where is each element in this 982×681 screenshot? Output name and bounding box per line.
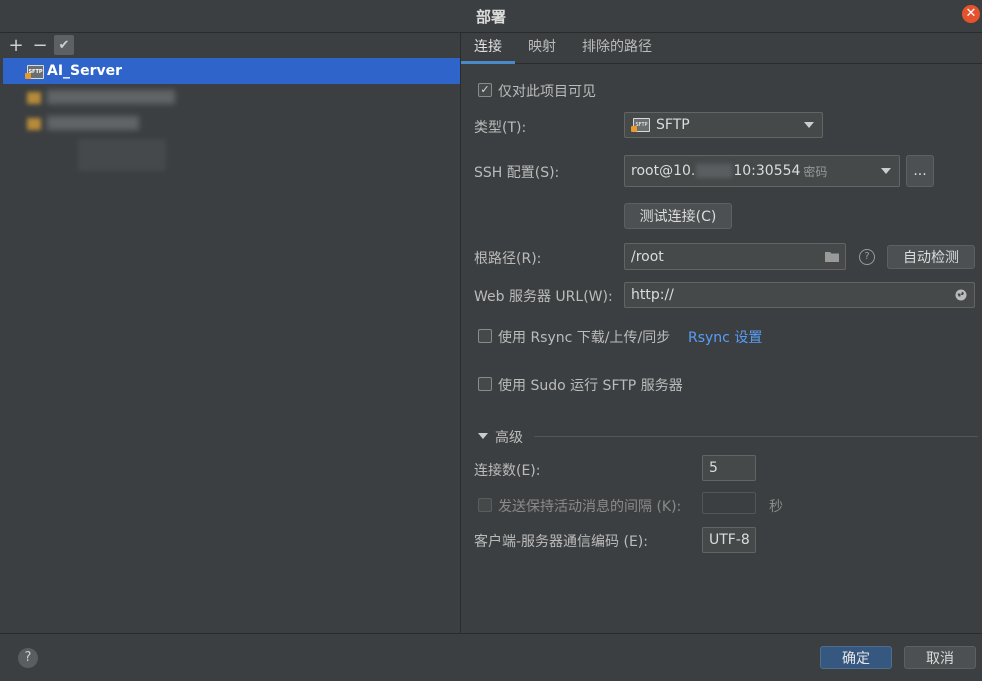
chevron-down-icon: [804, 122, 814, 128]
chevron-down-icon: [881, 168, 891, 174]
chevron-down-icon[interactable]: [478, 433, 488, 439]
visible-only-label: 仅对此项目可见: [498, 84, 596, 100]
encoding-label: 客户端-服务器通信编码 (E):: [474, 534, 648, 550]
add-server-button[interactable]: +: [6, 35, 26, 56]
web-url-field[interactable]: http://: [624, 282, 975, 308]
rsync-checkbox[interactable]: [478, 329, 492, 343]
server-icon: [27, 118, 41, 130]
web-url-value: http://: [631, 287, 674, 303]
advanced-section-title[interactable]: 高级: [495, 427, 523, 447]
tab-bar: 连接 映射 排除的路径: [461, 33, 982, 64]
server-item-label: AI_Server: [47, 63, 123, 79]
server-list-toolbar: + − ✔: [0, 33, 460, 57]
close-icon[interactable]: ✕: [962, 5, 980, 23]
server-list: SFTP AI_Server: [3, 58, 460, 136]
auto-detect-button[interactable]: 自动检测: [887, 245, 975, 269]
folder-icon[interactable]: [825, 251, 839, 262]
tab-connection[interactable]: 连接: [461, 36, 515, 64]
sftp-icon: SFTP: [631, 118, 650, 132]
advanced-separator: [534, 436, 978, 437]
connections-label: 连接数(E):: [474, 463, 541, 479]
redacted-ip: [696, 164, 733, 178]
ssh-config-label: SSH 配置(S):: [474, 165, 560, 181]
sftp-server-icon: SFTP: [25, 65, 44, 79]
sudo-checkbox[interactable]: [478, 377, 492, 391]
connections-value: 5: [709, 460, 718, 476]
tab-excluded-paths[interactable]: 排除的路径: [569, 36, 665, 63]
tab-mappings[interactable]: 映射: [515, 36, 569, 63]
server-list-panel: + − ✔ SFTP AI_Server: [0, 33, 461, 633]
web-url-label: Web 服务器 URL(W):: [474, 289, 613, 305]
ssh-config-suffix: 10:30554: [733, 163, 801, 179]
redacted-label: [47, 90, 175, 104]
root-path-label: 根路径(R):: [474, 251, 542, 267]
globe-icon[interactable]: [955, 289, 967, 301]
type-value: SFTP: [656, 117, 690, 133]
remove-server-button[interactable]: −: [30, 35, 50, 56]
title-bar: 部署 ✕: [0, 0, 982, 33]
type-select[interactable]: SFTP SFTP: [624, 112, 823, 138]
cancel-button[interactable]: 取消: [904, 646, 976, 669]
test-connection-button[interactable]: 测试连接(C): [624, 203, 732, 229]
help-button[interactable]: ?: [18, 648, 38, 668]
server-item-ai-server[interactable]: SFTP AI_Server: [3, 58, 460, 84]
redacted-area: [78, 139, 166, 171]
keepalive-checkbox[interactable]: [478, 498, 492, 512]
window-title: 部署: [475, 7, 506, 26]
keepalive-field[interactable]: [702, 492, 756, 514]
ssh-config-more-button[interactable]: ...: [906, 155, 934, 187]
root-path-value: /root: [631, 248, 664, 265]
encoding-field[interactable]: UTF-8: [702, 527, 756, 553]
server-item-redacted[interactable]: [3, 110, 460, 136]
set-default-server-button[interactable]: ✔: [54, 35, 74, 55]
keepalive-label: 发送保持活动消息的间隔 (K):: [498, 499, 682, 515]
server-icon: [27, 92, 41, 104]
ssh-config-select[interactable]: root@10. 10:30554 密码: [624, 155, 900, 187]
connections-field[interactable]: 5: [702, 455, 756, 481]
rsync-settings-link[interactable]: Rsync 设置: [688, 327, 762, 347]
type-label: 类型(T):: [474, 120, 527, 136]
server-item-redacted[interactable]: [3, 84, 460, 110]
visible-only-checkbox[interactable]: ✓: [478, 83, 492, 97]
sudo-label: 使用 Sudo 运行 SFTP 服务器: [498, 378, 683, 394]
seconds-label: 秒: [769, 499, 783, 515]
redacted-label: [47, 116, 139, 130]
ssh-config-prefix: root@10.: [631, 163, 696, 179]
ok-button[interactable]: 确定: [820, 646, 892, 669]
root-path-field[interactable]: /root: [624, 243, 846, 270]
ssh-auth-type: 密码: [803, 164, 828, 179]
question-icon[interactable]: ?: [859, 249, 875, 265]
encoding-value: UTF-8: [709, 532, 750, 548]
rsync-label: 使用 Rsync 下载/上传/同步: [498, 330, 671, 346]
